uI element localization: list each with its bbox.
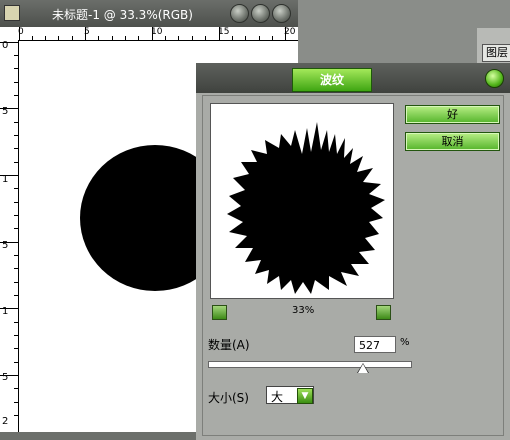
ok-button[interactable]: 好 bbox=[405, 105, 500, 124]
amount-unit: % bbox=[400, 337, 410, 348]
ruler-left-label: 5 bbox=[2, 372, 9, 383]
amount-slider-track[interactable] bbox=[208, 361, 412, 368]
dialog-header[interactable]: 波纹 bbox=[196, 63, 510, 93]
amount-input[interactable]: 527 bbox=[354, 336, 396, 353]
size-select[interactable]: 大 ▼ bbox=[266, 386, 314, 404]
filter-preview[interactable] bbox=[210, 103, 394, 299]
document-title: 未标题-1 @ 33.3%(RGB) bbox=[52, 8, 193, 22]
cancel-button[interactable]: 取消 bbox=[405, 132, 500, 151]
amount-label: 数量(A) bbox=[208, 338, 250, 352]
chevron-down-icon[interactable]: ▼ bbox=[297, 388, 313, 404]
tab-layers[interactable]: 图层 bbox=[482, 44, 510, 62]
amount-slider-thumb[interactable] bbox=[358, 364, 368, 373]
size-selected-value: 大 bbox=[271, 390, 284, 404]
ruler-left-label: 2 bbox=[2, 416, 9, 427]
vertical-ruler[interactable]: 0 5 1 5 1 5 2 bbox=[0, 40, 19, 432]
minimize-button[interactable] bbox=[230, 4, 249, 23]
horizontal-ruler[interactable]: 0 5 10 15 20 bbox=[18, 27, 298, 41]
maximize-button[interactable] bbox=[251, 4, 270, 23]
app-icon[interactable] bbox=[4, 5, 20, 21]
close-button[interactable] bbox=[272, 4, 291, 23]
ripple-dialog: 波纹 好 取消 33% 数量(A) 527 % 大小(S) 大 ▼ bbox=[196, 63, 510, 440]
ruler-corner bbox=[0, 27, 19, 41]
zoom-level: 33% bbox=[292, 305, 315, 316]
rippled-circle-preview-image bbox=[227, 122, 385, 294]
size-label: 大小(S) bbox=[208, 391, 249, 405]
zoom-in-button[interactable] bbox=[376, 305, 391, 320]
zoom-out-button[interactable] bbox=[212, 305, 227, 320]
document-titlebar[interactable]: 未标题-1 @ 33.3%(RGB) bbox=[0, 0, 298, 27]
dialog-title: 波纹 bbox=[292, 68, 372, 92]
dialog-close-button[interactable] bbox=[485, 69, 504, 88]
